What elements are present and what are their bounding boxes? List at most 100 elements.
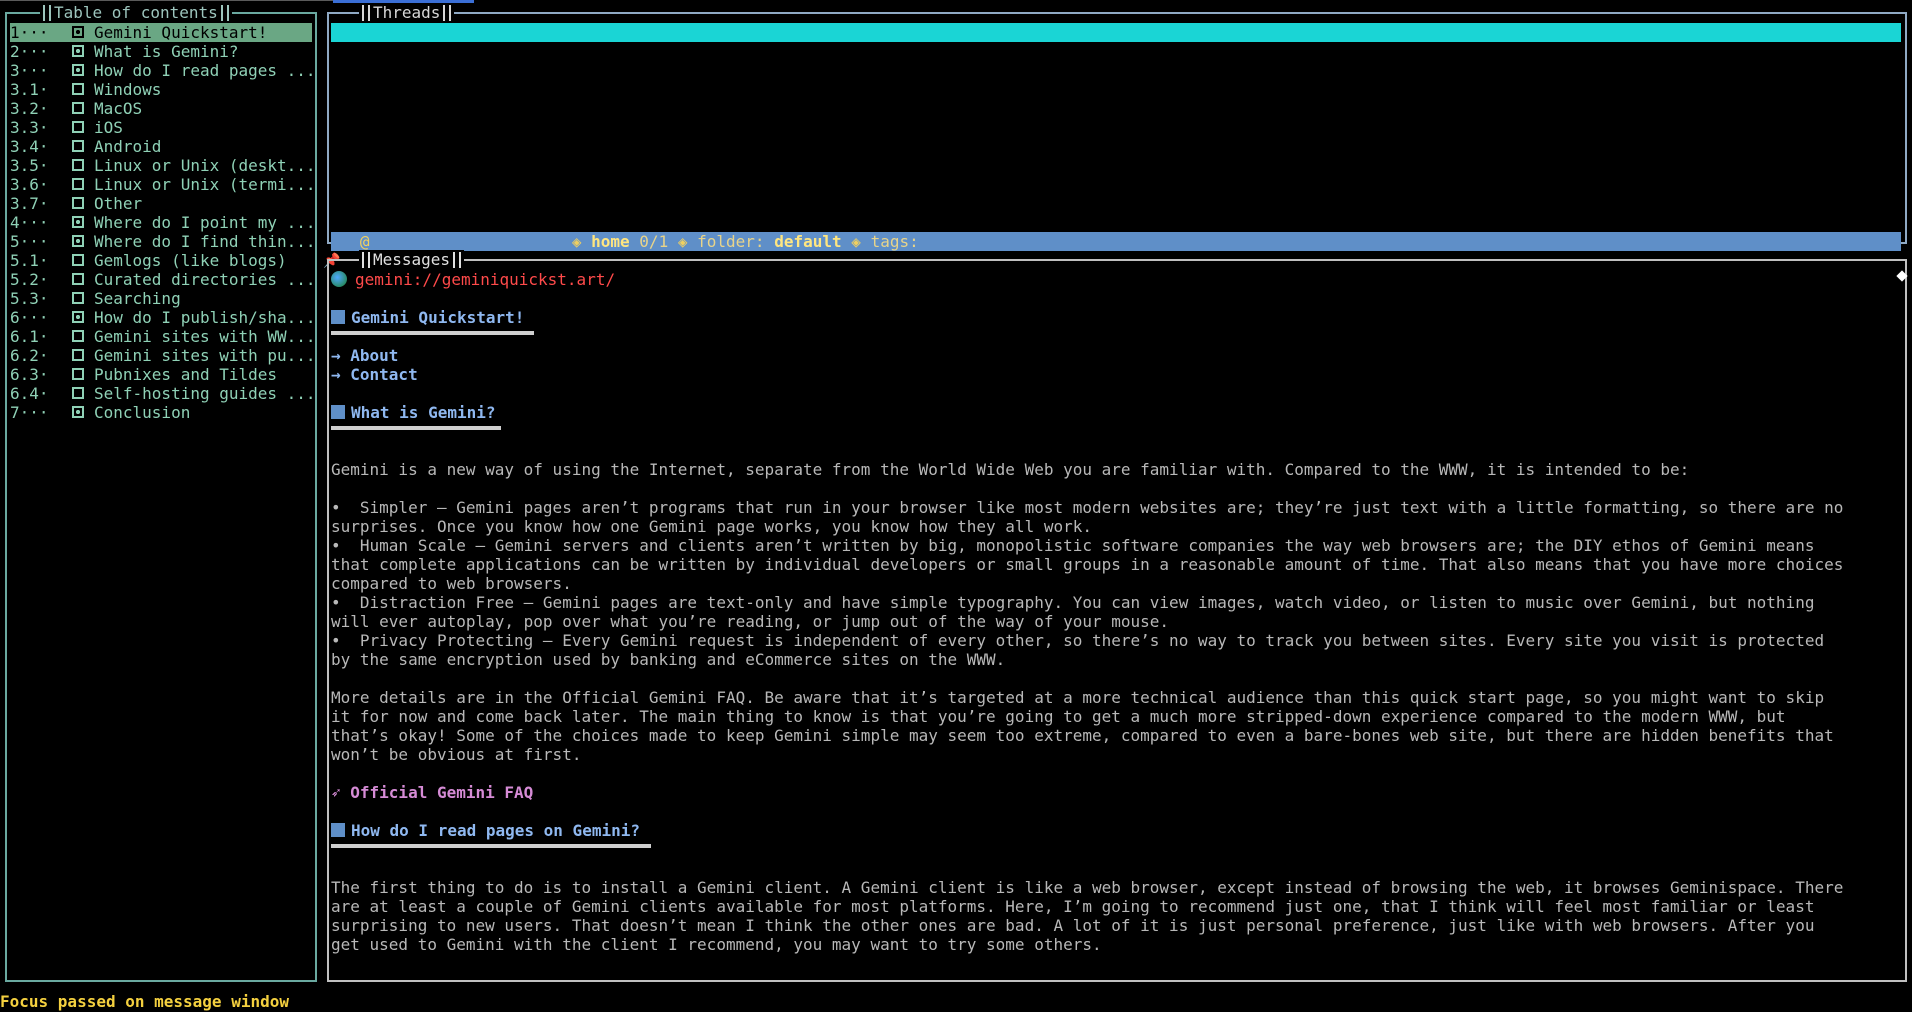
messages-title: Messages bbox=[359, 250, 465, 269]
toc-item-number: 3.4· bbox=[10, 137, 49, 156]
heading-marker-icon bbox=[331, 405, 345, 419]
toc-item[interactable]: 3.5· Linux or Unix (deskt... bbox=[10, 156, 312, 175]
checkbox-empty-icon bbox=[72, 387, 84, 399]
threads-panel: Threads bbox=[327, 3, 1907, 244]
checkbox-filled-icon bbox=[72, 26, 84, 38]
toc-item[interactable]: 3.4· Android bbox=[10, 137, 312, 156]
bullet-line: • Human Scale – Gemini servers and clien… bbox=[331, 536, 1815, 555]
toc-item-label: Curated directories ... bbox=[94, 270, 312, 289]
link-contact[interactable]: → Contact bbox=[331, 365, 1903, 384]
heading-how-read: How do I read pages on Gemini? bbox=[331, 821, 1903, 840]
toc-item-label: What is Gemini? bbox=[94, 42, 239, 61]
text-line: are at least a couple of Gemini clients … bbox=[331, 897, 1815, 916]
toc-item[interactable]: 2··· What is Gemini? bbox=[10, 42, 312, 61]
heading-what-is-gemini: What is Gemini? bbox=[331, 403, 1903, 422]
toc-item-number: 3.6· bbox=[10, 175, 49, 194]
toc-item[interactable]: 3.6· Linux or Unix (termi... bbox=[10, 175, 312, 194]
toc-item[interactable]: 5.1· Gemlogs (like blogs) bbox=[10, 251, 312, 270]
toc-item[interactable]: 6.1· Gemini sites with WW... bbox=[10, 327, 312, 346]
toc-item-label: Windows bbox=[94, 80, 162, 99]
toc-item[interactable]: 3.7· Other bbox=[10, 194, 312, 213]
thread-date: 2021 May 23 18:11 bbox=[369, 42, 534, 61]
bullet-list: • Simpler – Gemini pages aren’t programs… bbox=[331, 498, 1903, 669]
text-line: The first thing to do is to install a Ge… bbox=[331, 878, 1844, 897]
toc-item[interactable]: 3··· How do I read pages ... bbox=[10, 61, 312, 80]
toc-item-number: 5.1· bbox=[10, 251, 49, 270]
toc-item-label: Conclusion bbox=[94, 403, 191, 422]
toc-item-number: 3.2· bbox=[10, 99, 49, 118]
toc-item-number: 6.2· bbox=[10, 346, 49, 365]
thread-row[interactable]: 1 2021 May 23 18:11 ↓ Missing subject bbox=[331, 23, 1901, 61]
toc-item[interactable]: 3.2· MacOS bbox=[10, 99, 312, 118]
toc-item-label: Gemlogs (like blogs) bbox=[94, 251, 287, 270]
checkbox-empty-icon bbox=[72, 368, 84, 380]
checkbox-filled-icon bbox=[72, 311, 84, 323]
toc-item[interactable]: 6··· How do I publish/sha... bbox=[10, 308, 312, 327]
bullet-line: compared to web browsers. bbox=[331, 574, 572, 593]
toc-item-label: Where do I point my ... bbox=[94, 213, 312, 232]
toc-item-number: 5.2· bbox=[10, 270, 49, 289]
toc-item[interactable]: 1··· Gemini Quickstart! bbox=[10, 23, 312, 42]
toc-item[interactable]: 7··· Conclusion bbox=[10, 403, 312, 422]
toc-item-label: MacOS bbox=[94, 99, 143, 118]
toc-item[interactable]: 4··· Where do I point my ... bbox=[10, 213, 312, 232]
toc-item[interactable]: 5··· Where do I find thin... bbox=[10, 232, 312, 251]
toc-item-label: Self-hosting guides ... bbox=[94, 384, 312, 403]
toc-item-number: 1··· bbox=[10, 23, 49, 42]
status-count: 0/1 bbox=[639, 232, 669, 251]
toc-item[interactable]: 6.3· Pubnixes and Tildes bbox=[10, 365, 312, 384]
checkbox-empty-icon bbox=[72, 121, 84, 133]
heading-underline bbox=[331, 844, 651, 848]
checkbox-empty-icon bbox=[72, 159, 84, 171]
toc-title: Table of contents bbox=[40, 3, 232, 22]
thread-subject: ↓ Missing subject bbox=[861, 42, 1025, 61]
toc-item-label: iOS bbox=[94, 118, 123, 137]
checkbox-filled-icon bbox=[72, 64, 84, 76]
checkbox-filled-icon bbox=[72, 216, 84, 228]
heading-underline bbox=[331, 426, 501, 430]
heading-marker-icon bbox=[331, 310, 345, 324]
toc-item-label: Where do I find thin... bbox=[94, 232, 312, 251]
link-official-faq[interactable]: ➶ Official Gemini FAQ bbox=[331, 783, 1903, 802]
toc-item-number: 7··· bbox=[10, 403, 49, 422]
toc-item[interactable]: 3.1· Windows bbox=[10, 80, 312, 99]
bullet-line: • Privacy Protecting – Every Gemini requ… bbox=[331, 631, 1825, 650]
message-url[interactable]: gemini://geminiquickst.art/ bbox=[331, 270, 1903, 289]
toc-item[interactable]: 5.2· Curated directories ... bbox=[10, 270, 312, 289]
toc-item[interactable]: 5.3· Searching bbox=[10, 289, 312, 308]
checkbox-empty-icon bbox=[72, 349, 84, 361]
toc-item-number: 6.1· bbox=[10, 327, 49, 346]
toc-item-label: Pubnixes and Tildes bbox=[94, 365, 278, 384]
bullet-line: will ever autoplay, pop over what you’re… bbox=[331, 612, 1170, 631]
text-line: it for now and come back later. The main… bbox=[331, 707, 1786, 726]
toc-item[interactable]: 3.3· iOS bbox=[10, 118, 312, 137]
toc-item-label: Searching bbox=[94, 289, 181, 308]
intro-paragraph: Gemini is a new way of using the Interne… bbox=[331, 460, 1690, 479]
checkbox-empty-icon bbox=[72, 83, 84, 95]
status-line: Focus passed on message window bbox=[0, 992, 289, 1011]
checkbox-empty-icon bbox=[72, 330, 84, 342]
bullet-line: • Distraction Free – Gemini pages are te… bbox=[331, 593, 1815, 612]
heading-underline bbox=[331, 331, 534, 335]
threads-title: Threads bbox=[359, 3, 455, 22]
details-paragraph: More details are in the Official Gemini … bbox=[331, 688, 1903, 764]
toc-item-label: Android bbox=[94, 137, 162, 156]
text-line: that’s okay! Some of the choices made to… bbox=[331, 726, 1834, 745]
checkbox-empty-icon bbox=[72, 254, 84, 266]
message-body: gemini://geminiquickst.art/ Gemini Quick… bbox=[331, 270, 1903, 954]
text-line: get used to Gemini with the client I rec… bbox=[331, 935, 1102, 954]
toc-item-label: Linux or Unix (termi... bbox=[94, 175, 312, 194]
heading-quickstart: Gemini Quickstart! bbox=[331, 308, 1903, 327]
toc-item-number: 3.7· bbox=[10, 194, 49, 213]
checkbox-empty-icon bbox=[72, 178, 84, 190]
checkbox-filled-icon bbox=[72, 406, 84, 418]
toc-item-label: Other bbox=[94, 194, 143, 213]
heading-marker-icon bbox=[331, 823, 345, 837]
text-line: More details are in the Official Gemini … bbox=[331, 688, 1825, 707]
link-about[interactable]: → About bbox=[331, 346, 1903, 365]
globe-icon bbox=[331, 271, 347, 287]
toc-item[interactable]: 6.2· Gemini sites with pu... bbox=[10, 346, 312, 365]
toc-item[interactable]: 6.4· Self-hosting guides ... bbox=[10, 384, 312, 403]
bullet-line: that complete applications can be writte… bbox=[331, 555, 1844, 574]
checkbox-empty-icon bbox=[72, 273, 84, 285]
